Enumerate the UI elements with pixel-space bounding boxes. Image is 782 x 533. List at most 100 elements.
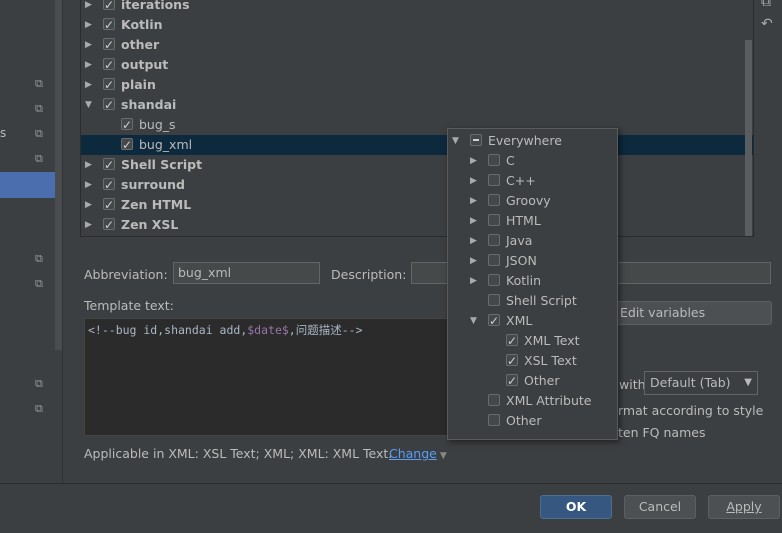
expand-right-icon[interactable]: ▶ <box>85 215 92 235</box>
tree-checkbox[interactable] <box>121 115 133 135</box>
expand-down-icon[interactable]: ▼ <box>452 131 459 151</box>
context-item[interactable]: ▼ Everywhere <box>448 131 617 151</box>
context-item[interactable]: ▶ Groovy <box>448 191 617 211</box>
tree-checkbox[interactable] <box>103 95 115 115</box>
ok-button[interactable]: OK <box>540 495 612 519</box>
context-item[interactable]: ▶ C++ <box>448 171 617 191</box>
context-checkbox[interactable] <box>488 214 500 226</box>
expand-right-icon[interactable]: ▶ <box>85 75 92 95</box>
template-text-editor[interactable]: <!--bug id,shandai add,$date$,问题描述--> <box>84 318 450 436</box>
tree-checkbox[interactable] <box>103 75 115 95</box>
left-selected-item[interactable] <box>0 172 62 198</box>
cancel-button[interactable]: Cancel <box>624 495 696 519</box>
context-checkbox[interactable] <box>488 311 500 331</box>
apply-button[interactable]: Apply <box>708 495 780 519</box>
context-checkbox[interactable] <box>488 234 500 246</box>
tree-checkbox[interactable] <box>103 55 115 75</box>
tree-group-item[interactable]: ▶ iterations <box>81 0 753 15</box>
context-checkbox[interactable] <box>506 371 518 391</box>
edit-variables-button[interactable]: Edit variables <box>611 301 772 325</box>
context-item[interactable]: XML Attribute <box>448 391 617 411</box>
context-item[interactable]: XSL Text <box>448 351 617 371</box>
copy-icon[interactable]: ⧉ <box>35 253 46 264</box>
expand-right-icon[interactable]: ▶ <box>85 55 92 75</box>
tree-checkbox[interactable] <box>103 155 115 175</box>
change-context-link[interactable]: Change ▼ <box>389 446 447 461</box>
context-item[interactable]: Other <box>448 371 617 391</box>
context-checkbox[interactable] <box>488 394 500 406</box>
context-checkbox[interactable] <box>488 194 500 206</box>
tree-group-item[interactable]: ▶ output <box>81 55 753 75</box>
tree-checkbox[interactable] <box>103 35 115 55</box>
context-item-label: Other <box>506 413 542 428</box>
context-checkbox[interactable] <box>506 351 518 371</box>
tree-template-item[interactable]: bug_s <box>81 115 753 135</box>
context-item-label: Other <box>524 373 560 388</box>
context-item[interactable]: ▶ C <box>448 151 617 171</box>
context-item[interactable]: ▶ HTML <box>448 211 617 231</box>
expand-right-icon[interactable]: ▶ <box>470 151 477 171</box>
tree-group-item[interactable]: ▶ other <box>81 35 753 55</box>
context-checkbox[interactable] <box>488 274 500 286</box>
expand-right-icon[interactable]: ▶ <box>85 155 92 175</box>
tree-checkbox[interactable] <box>103 215 115 235</box>
context-item[interactable]: ▶ JSON <box>448 251 617 271</box>
expand-right-icon[interactable]: ▶ <box>470 251 477 271</box>
tree-group-item[interactable]: ▶ Zen XSL <box>81 215 753 235</box>
context-checkbox[interactable] <box>488 174 500 186</box>
reformat-label[interactable]: rmat according to style <box>618 403 763 418</box>
expand-right-icon[interactable]: ▶ <box>85 175 92 195</box>
left-scrollbar[interactable] <box>55 0 62 350</box>
tree-group-item[interactable]: ▼ shandai <box>81 95 753 115</box>
context-item[interactable]: Shell Script <box>448 291 617 311</box>
tree-checkbox[interactable] <box>103 175 115 195</box>
context-checkbox[interactable] <box>470 134 482 146</box>
shorten-fq-label[interactable]: ten FQ names <box>618 425 705 440</box>
copy-icon[interactable]: ⧉ <box>35 128 46 139</box>
context-checkbox[interactable] <box>506 331 518 351</box>
tree-group-item[interactable]: ▶ plain <box>81 75 753 95</box>
expand-right-icon[interactable]: ▶ <box>470 211 477 231</box>
expand-right-icon[interactable]: ▶ <box>85 15 92 35</box>
tree-template-item[interactable]: bug_xml <box>81 135 753 155</box>
restore-icon[interactable]: ↶ <box>761 16 773 32</box>
context-item-label: Shell Script <box>506 293 577 308</box>
expand-down-icon[interactable]: ▼ <box>85 95 92 115</box>
expand-right-icon[interactable]: ▶ <box>85 35 92 55</box>
expand-with-select[interactable]: Default (Tab) ▼ <box>644 371 758 395</box>
tree-group-item[interactable]: ▶ surround <box>81 175 753 195</box>
context-item[interactable]: ▶ Kotlin <box>448 271 617 291</box>
copy-icon[interactable]: ⧉ <box>35 78 46 89</box>
expand-down-icon[interactable]: ▼ <box>470 311 477 331</box>
copy-template-icon[interactable]: ⧉ <box>761 0 771 10</box>
expand-right-icon[interactable]: ▶ <box>470 191 477 211</box>
expand-right-icon[interactable]: ▶ <box>85 195 92 215</box>
tree-checkbox[interactable] <box>103 0 115 15</box>
expand-right-icon[interactable]: ▶ <box>470 271 477 291</box>
copy-icon[interactable]: ⧉ <box>35 378 46 389</box>
copy-icon[interactable]: ⧉ <box>35 403 46 414</box>
copy-icon[interactable]: ⧉ <box>35 103 46 114</box>
copy-icon[interactable]: ⧉ <box>35 153 46 164</box>
context-item[interactable]: Other <box>448 411 617 431</box>
context-item[interactable]: XML Text <box>448 331 617 351</box>
expand-right-icon[interactable]: ▶ <box>470 231 477 251</box>
tree-checkbox[interactable] <box>121 135 133 155</box>
copy-icon[interactable]: ⧉ <box>35 278 46 289</box>
tree-checkbox[interactable] <box>103 195 115 215</box>
expand-right-icon[interactable]: ▶ <box>85 0 92 15</box>
context-item[interactable]: ▼ XML <box>448 311 617 331</box>
context-checkbox[interactable] <box>488 154 500 166</box>
tree-checkbox[interactable] <box>103 15 115 35</box>
abbreviation-input[interactable]: bug_xml <box>173 262 320 284</box>
tree-scrollbar[interactable] <box>745 40 752 236</box>
context-item[interactable]: ▶ Java <box>448 231 617 251</box>
context-checkbox[interactable] <box>488 294 500 306</box>
tree-group-item[interactable]: ▶ Kotlin <box>81 15 753 35</box>
expand-right-icon[interactable]: ▶ <box>470 171 477 191</box>
tree-item-label: bug_xml <box>139 137 193 152</box>
context-checkbox[interactable] <box>488 254 500 266</box>
tree-group-item[interactable]: ▶ Shell Script <box>81 155 753 175</box>
context-checkbox[interactable] <box>488 414 500 426</box>
tree-group-item[interactable]: ▶ Zen HTML <box>81 195 753 215</box>
